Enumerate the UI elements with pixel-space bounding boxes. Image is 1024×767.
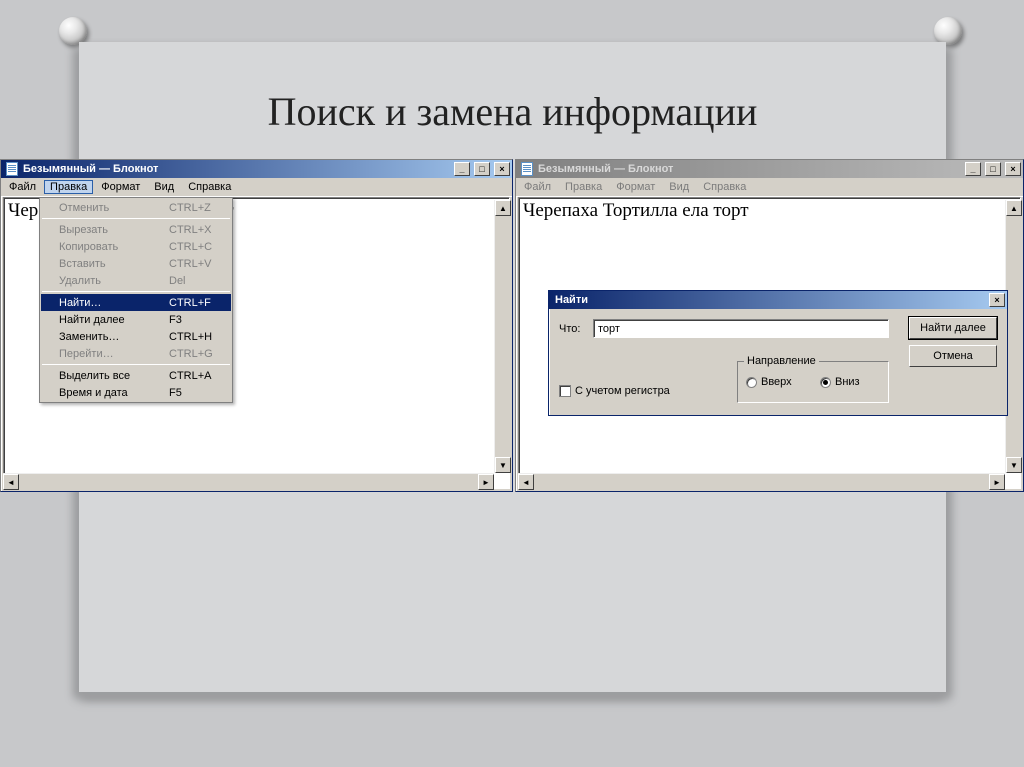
menubar-left: Файл Правка Формат Вид Справка	[1, 178, 512, 197]
direction-group: Направление Вверх Вниз	[737, 361, 889, 403]
scroll-down-icon[interactable]: ▼	[1006, 457, 1022, 473]
cancel-button[interactable]: Отмена	[909, 345, 997, 367]
edit-menu-item: Перейти… CTRL+G	[41, 345, 231, 362]
titlebar-left[interactable]: Безымянный — Блокнот _ □ ×	[1, 160, 512, 178]
menu-item-label: Найти далее	[59, 314, 159, 326]
scrollbar-horizontal-left[interactable]: ◄ ►	[3, 473, 494, 489]
find-dialog-titlebar[interactable]: Найти ×	[549, 291, 1007, 309]
scrollbar-horizontal-right[interactable]: ◄ ►	[518, 473, 1005, 489]
maximize-button[interactable]: □	[474, 162, 490, 176]
find-dialog: Найти × Что: Найти далее Отмена С учетом…	[548, 290, 1008, 416]
minimize-button[interactable]: _	[965, 162, 981, 176]
notepad-window-right: Безымянный — Блокнот _ □ × Файл Правка Ф…	[515, 159, 1024, 492]
close-button[interactable]: ×	[494, 162, 510, 176]
menu-item-label: Удалить	[59, 275, 159, 287]
menubar-right: Файл Правка Формат Вид Справка	[516, 178, 1023, 197]
menu-item-shortcut: Del	[169, 275, 225, 287]
direction-up-label: Вверх	[761, 376, 792, 388]
menu-file[interactable]: Файл	[3, 180, 42, 194]
menu-item-shortcut: CTRL+H	[169, 331, 225, 343]
scroll-left-icon[interactable]: ◄	[518, 474, 534, 490]
edit-menu-item[interactable]: Время и дата F5	[41, 384, 231, 401]
scroll-up-icon[interactable]: ▲	[1006, 200, 1022, 216]
menu-edit[interactable]: Правка	[44, 180, 93, 194]
find-next-button[interactable]: Найти далее	[909, 317, 997, 339]
find-what-label: Что:	[559, 323, 580, 335]
scroll-right-icon[interactable]: ►	[989, 474, 1005, 490]
edit-menu-item: Отменить CTRL+Z	[41, 199, 231, 216]
edit-menu-dropdown: Отменить CTRL+Z Вырезать CTRL+X Копировать CT…	[39, 197, 233, 403]
titlebar-right[interactable]: Безымянный — Блокнот _ □ ×	[516, 160, 1023, 178]
close-button[interactable]: ×	[1005, 162, 1021, 176]
edit-menu-item[interactable]: Найти… CTRL+F	[41, 294, 231, 311]
menu-item-label: Копировать	[59, 241, 159, 253]
scrollbar-vertical-left[interactable]: ▲ ▼	[494, 200, 510, 473]
checkbox-icon	[559, 385, 571, 397]
menu-item-label: Отменить	[59, 202, 159, 214]
edit-menu-item: Удалить Del	[41, 272, 231, 289]
close-button[interactable]: ×	[989, 293, 1005, 307]
notepad-icon	[520, 162, 534, 176]
document-text-right: Черепаха Тортилла ела торт	[519, 198, 1020, 224]
scroll-left-icon[interactable]: ◄	[3, 474, 19, 490]
pushpin-right-icon	[934, 17, 962, 45]
radio-icon	[820, 377, 831, 388]
match-case-checkbox[interactable]: С учетом регистра	[559, 385, 670, 397]
radio-icon	[746, 377, 757, 388]
notepad-window-left: Безымянный — Блокнот _ □ × Файл Правка Ф…	[0, 159, 513, 492]
menu-item-shortcut: CTRL+A	[169, 370, 225, 382]
menu-item-label: Найти…	[59, 297, 159, 309]
edit-menu-item[interactable]: Найти далее F3	[41, 311, 231, 328]
direction-down-label: Вниз	[835, 376, 860, 388]
window-title-right: Безымянный — Блокнот	[538, 163, 673, 175]
menu-item-shortcut: CTRL+G	[169, 348, 225, 360]
direction-label: Направление	[744, 355, 819, 367]
maximize-button[interactable]: □	[985, 162, 1001, 176]
window-title-left: Безымянный — Блокнот	[23, 163, 158, 175]
direction-up-radio[interactable]: Вверх	[746, 376, 792, 388]
scroll-down-icon[interactable]: ▼	[495, 457, 511, 473]
direction-down-radio[interactable]: Вниз	[820, 376, 860, 388]
menu-view[interactable]: Вид	[148, 180, 180, 194]
menu-item-shortcut: CTRL+C	[169, 241, 225, 253]
edit-menu-item: Вставить CTRL+V	[41, 255, 231, 272]
menu-file[interactable]: Файл	[518, 180, 557, 194]
menu-help[interactable]: Справка	[182, 180, 237, 194]
menu-item-shortcut: CTRL+Z	[169, 202, 225, 214]
scroll-up-icon[interactable]: ▲	[495, 200, 511, 216]
pushpin-left-icon	[59, 17, 87, 45]
edit-menu-item: Вырезать CTRL+X	[41, 221, 231, 238]
menu-item-shortcut: F3	[169, 314, 225, 326]
edit-menu-item[interactable]: Заменить… CTRL+H	[41, 328, 231, 345]
menu-item-shortcut: CTRL+X	[169, 224, 225, 236]
menu-format[interactable]: Формат	[95, 180, 146, 194]
menu-item-shortcut: CTRL+F	[169, 297, 225, 309]
minimize-button[interactable]: _	[454, 162, 470, 176]
menu-item-shortcut: F5	[169, 387, 225, 399]
match-case-label: С учетом регистра	[575, 385, 670, 397]
menu-format[interactable]: Формат	[610, 180, 661, 194]
menu-item-label: Вставить	[59, 258, 159, 270]
menu-help[interactable]: Справка	[697, 180, 752, 194]
find-dialog-title: Найти	[553, 294, 588, 306]
edit-menu-item[interactable]: Выделить все CTRL+A	[41, 367, 231, 384]
menu-item-label: Время и дата	[59, 387, 159, 399]
menu-item-label: Заменить…	[59, 331, 159, 343]
menu-item-label: Выделить все	[59, 370, 159, 382]
slide-title: Поиск и замена информации	[79, 88, 946, 135]
menu-item-label: Перейти…	[59, 348, 159, 360]
menu-item-label: Вырезать	[59, 224, 159, 236]
menu-item-shortcut: CTRL+V	[169, 258, 225, 270]
notepad-icon	[5, 162, 19, 176]
menu-view[interactable]: Вид	[663, 180, 695, 194]
find-what-input[interactable]	[593, 319, 889, 338]
scroll-right-icon[interactable]: ►	[478, 474, 494, 490]
menu-edit[interactable]: Правка	[559, 180, 608, 194]
edit-menu-item: Копировать CTRL+C	[41, 238, 231, 255]
